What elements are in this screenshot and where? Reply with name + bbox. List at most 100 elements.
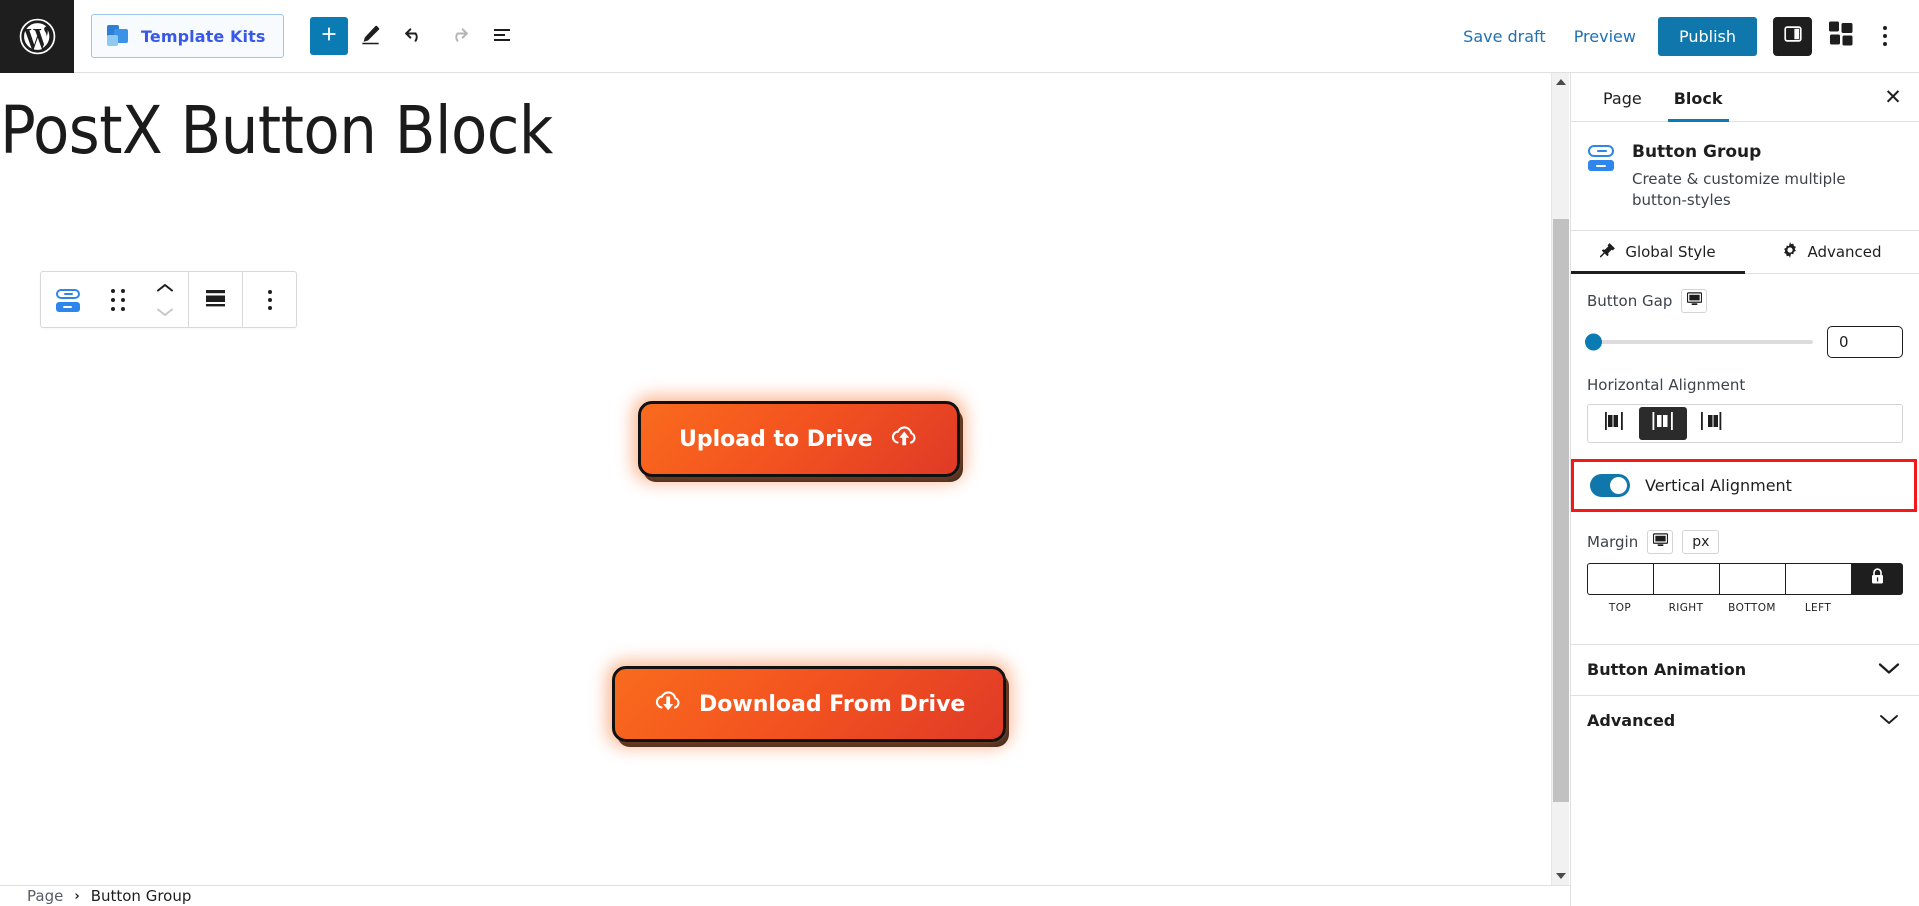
close-sidebar-button[interactable]: ✕: [1877, 81, 1909, 113]
template-kits-button[interactable]: Template Kits: [91, 14, 285, 58]
button-gap-device-button[interactable]: [1681, 288, 1708, 313]
editor-canvas: PostX Button Block Upload to Drive Downl…: [0, 73, 1551, 885]
scrollbar-up-arrow[interactable]: [1552, 73, 1570, 91]
button-group-icon: [1587, 144, 1615, 172]
block-align-button[interactable]: [189, 272, 242, 327]
undo-icon: [402, 22, 427, 51]
editor-top-bar: Template Kits Save draft Preview Publish: [0, 0, 1919, 73]
block-options-button[interactable]: [243, 272, 296, 327]
plus-icon: [318, 23, 340, 49]
lock-icon: [1870, 568, 1885, 589]
breadcrumb-item-page[interactable]: Page: [27, 887, 63, 905]
sidebar-toggle-icon: [1782, 23, 1804, 49]
margin-bottom-label: BOTTOM: [1728, 601, 1776, 614]
scrollbar-down-arrow[interactable]: [1552, 867, 1570, 885]
undo-button[interactable]: [392, 14, 436, 58]
button-group-icon: [55, 287, 81, 313]
button-gap-row: 0: [1585, 325, 1903, 358]
margin-label-row: Margin px: [1587, 520, 1903, 563]
preview-button[interactable]: Preview: [1560, 19, 1650, 54]
button-gap-input[interactable]: 0: [1827, 325, 1903, 358]
canvas-button-upload[interactable]: Upload to Drive: [638, 401, 960, 477]
margin-label-spacer: [1851, 602, 1903, 614]
cloud-download-icon: [653, 688, 683, 720]
canvas-button-upload-wrapper: Upload to Drive: [638, 401, 960, 477]
accordion-button-animation-label: Button Animation: [1587, 660, 1747, 680]
vertical-alignment-label: Vertical Alignment: [1645, 475, 1792, 495]
margin-unit-button[interactable]: px: [1682, 529, 1720, 554]
margin-right-input[interactable]: [1653, 562, 1719, 595]
scrollbar-thumb[interactable]: [1553, 219, 1569, 802]
accordion-advanced[interactable]: Advanced: [1571, 694, 1919, 746]
wordpress-logo-button[interactable]: [0, 0, 74, 73]
align-center-button[interactable]: [1639, 406, 1687, 440]
breadcrumb-separator-icon: ›: [74, 888, 80, 904]
align-right-icon: [1698, 411, 1724, 435]
add-block-button[interactable]: [310, 17, 349, 55]
pin-icon: [1599, 242, 1616, 262]
edit-tool-button[interactable]: [348, 14, 392, 58]
accordion-advanced-label: Advanced: [1587, 711, 1676, 731]
top-bar-right-actions: Save draft Preview Publish: [1449, 16, 1919, 56]
save-draft-button[interactable]: Save draft: [1449, 19, 1560, 54]
align-center-icon: [1650, 411, 1676, 435]
block-inserter-grid-button[interactable]: [1821, 17, 1861, 56]
block-drag-handle[interactable]: [94, 272, 141, 327]
move-up-icon: [156, 278, 174, 297]
margin-bottom-input[interactable]: [1719, 562, 1785, 595]
publish-button[interactable]: Publish: [1657, 16, 1757, 56]
margin-left-label: LEFT: [1804, 601, 1832, 614]
block-toolbar-primary-group: [41, 272, 188, 327]
breadcrumb-item-button-group[interactable]: Button Group: [91, 887, 192, 905]
accordion-button-animation[interactable]: Button Animation: [1571, 643, 1919, 695]
margin-device-button[interactable]: [1647, 529, 1674, 554]
block-name: Button Group: [1632, 142, 1762, 162]
subtab-global-style[interactable]: Global Style: [1571, 231, 1745, 274]
list-view-icon: [490, 22, 514, 50]
canvas-button-download-label: Download From Drive: [699, 691, 966, 717]
chevron-down-icon: [1556, 873, 1566, 879]
drag-handle-icon: [110, 288, 125, 311]
align-left-button[interactable]: [1591, 407, 1639, 440]
block-move-updown[interactable]: [141, 272, 188, 327]
subtab-advanced[interactable]: Advanced: [1745, 231, 1919, 273]
margin-top-input[interactable]: [1587, 562, 1653, 595]
canvas-scrollbar[interactable]: [1551, 73, 1569, 885]
block-toolbar: [40, 271, 297, 328]
button-gap-slider-knob[interactable]: [1585, 333, 1602, 351]
list-view-button[interactable]: [480, 14, 524, 58]
template-kits-label: Template Kits: [141, 26, 266, 46]
button-gap-slider[interactable]: [1585, 333, 1813, 351]
more-options-button[interactable]: [1865, 17, 1905, 56]
more-options-icon: [1883, 26, 1887, 46]
gear-icon: [1782, 241, 1798, 262]
sidebar-tab-list: Page Block ✕: [1571, 73, 1919, 122]
breadcrumb: Page › Button Group: [0, 885, 1570, 906]
align-right-button[interactable]: [1687, 407, 1735, 440]
settings-sidebar-toggle-button[interactable]: [1773, 16, 1812, 56]
block-type-button[interactable]: [41, 272, 94, 327]
chevron-up-icon: [1556, 79, 1566, 85]
close-icon: ✕: [1884, 85, 1902, 109]
template-kits-icon: [106, 24, 130, 48]
chevron-down-icon: [1878, 660, 1900, 679]
edit-pencil-icon: [359, 23, 382, 50]
subtab-global-style-label: Global Style: [1625, 242, 1716, 261]
block-info-card: Button Group Create & customize multiple…: [1571, 122, 1919, 230]
chevron-down-icon: [1878, 711, 1900, 730]
desktop-icon: [1652, 533, 1668, 550]
align-icon: [203, 287, 228, 313]
margin-link-lock-button[interactable]: [1851, 562, 1903, 595]
tab-block[interactable]: Block: [1658, 89, 1739, 122]
post-title[interactable]: PostX Button Block: [0, 93, 553, 169]
more-options-icon: [267, 289, 272, 310]
button-gap-label: Button Gap: [1587, 291, 1673, 310]
vertical-alignment-toggle[interactable]: [1590, 473, 1630, 497]
margin-left-input[interactable]: [1785, 562, 1851, 595]
margin-right-label: RIGHT: [1668, 601, 1704, 614]
redo-button[interactable]: [436, 14, 480, 58]
tab-page[interactable]: Page: [1587, 89, 1658, 121]
vertical-alignment-highlight: Vertical Alignment: [1571, 458, 1917, 512]
canvas-button-download[interactable]: Download From Drive: [612, 666, 1007, 742]
